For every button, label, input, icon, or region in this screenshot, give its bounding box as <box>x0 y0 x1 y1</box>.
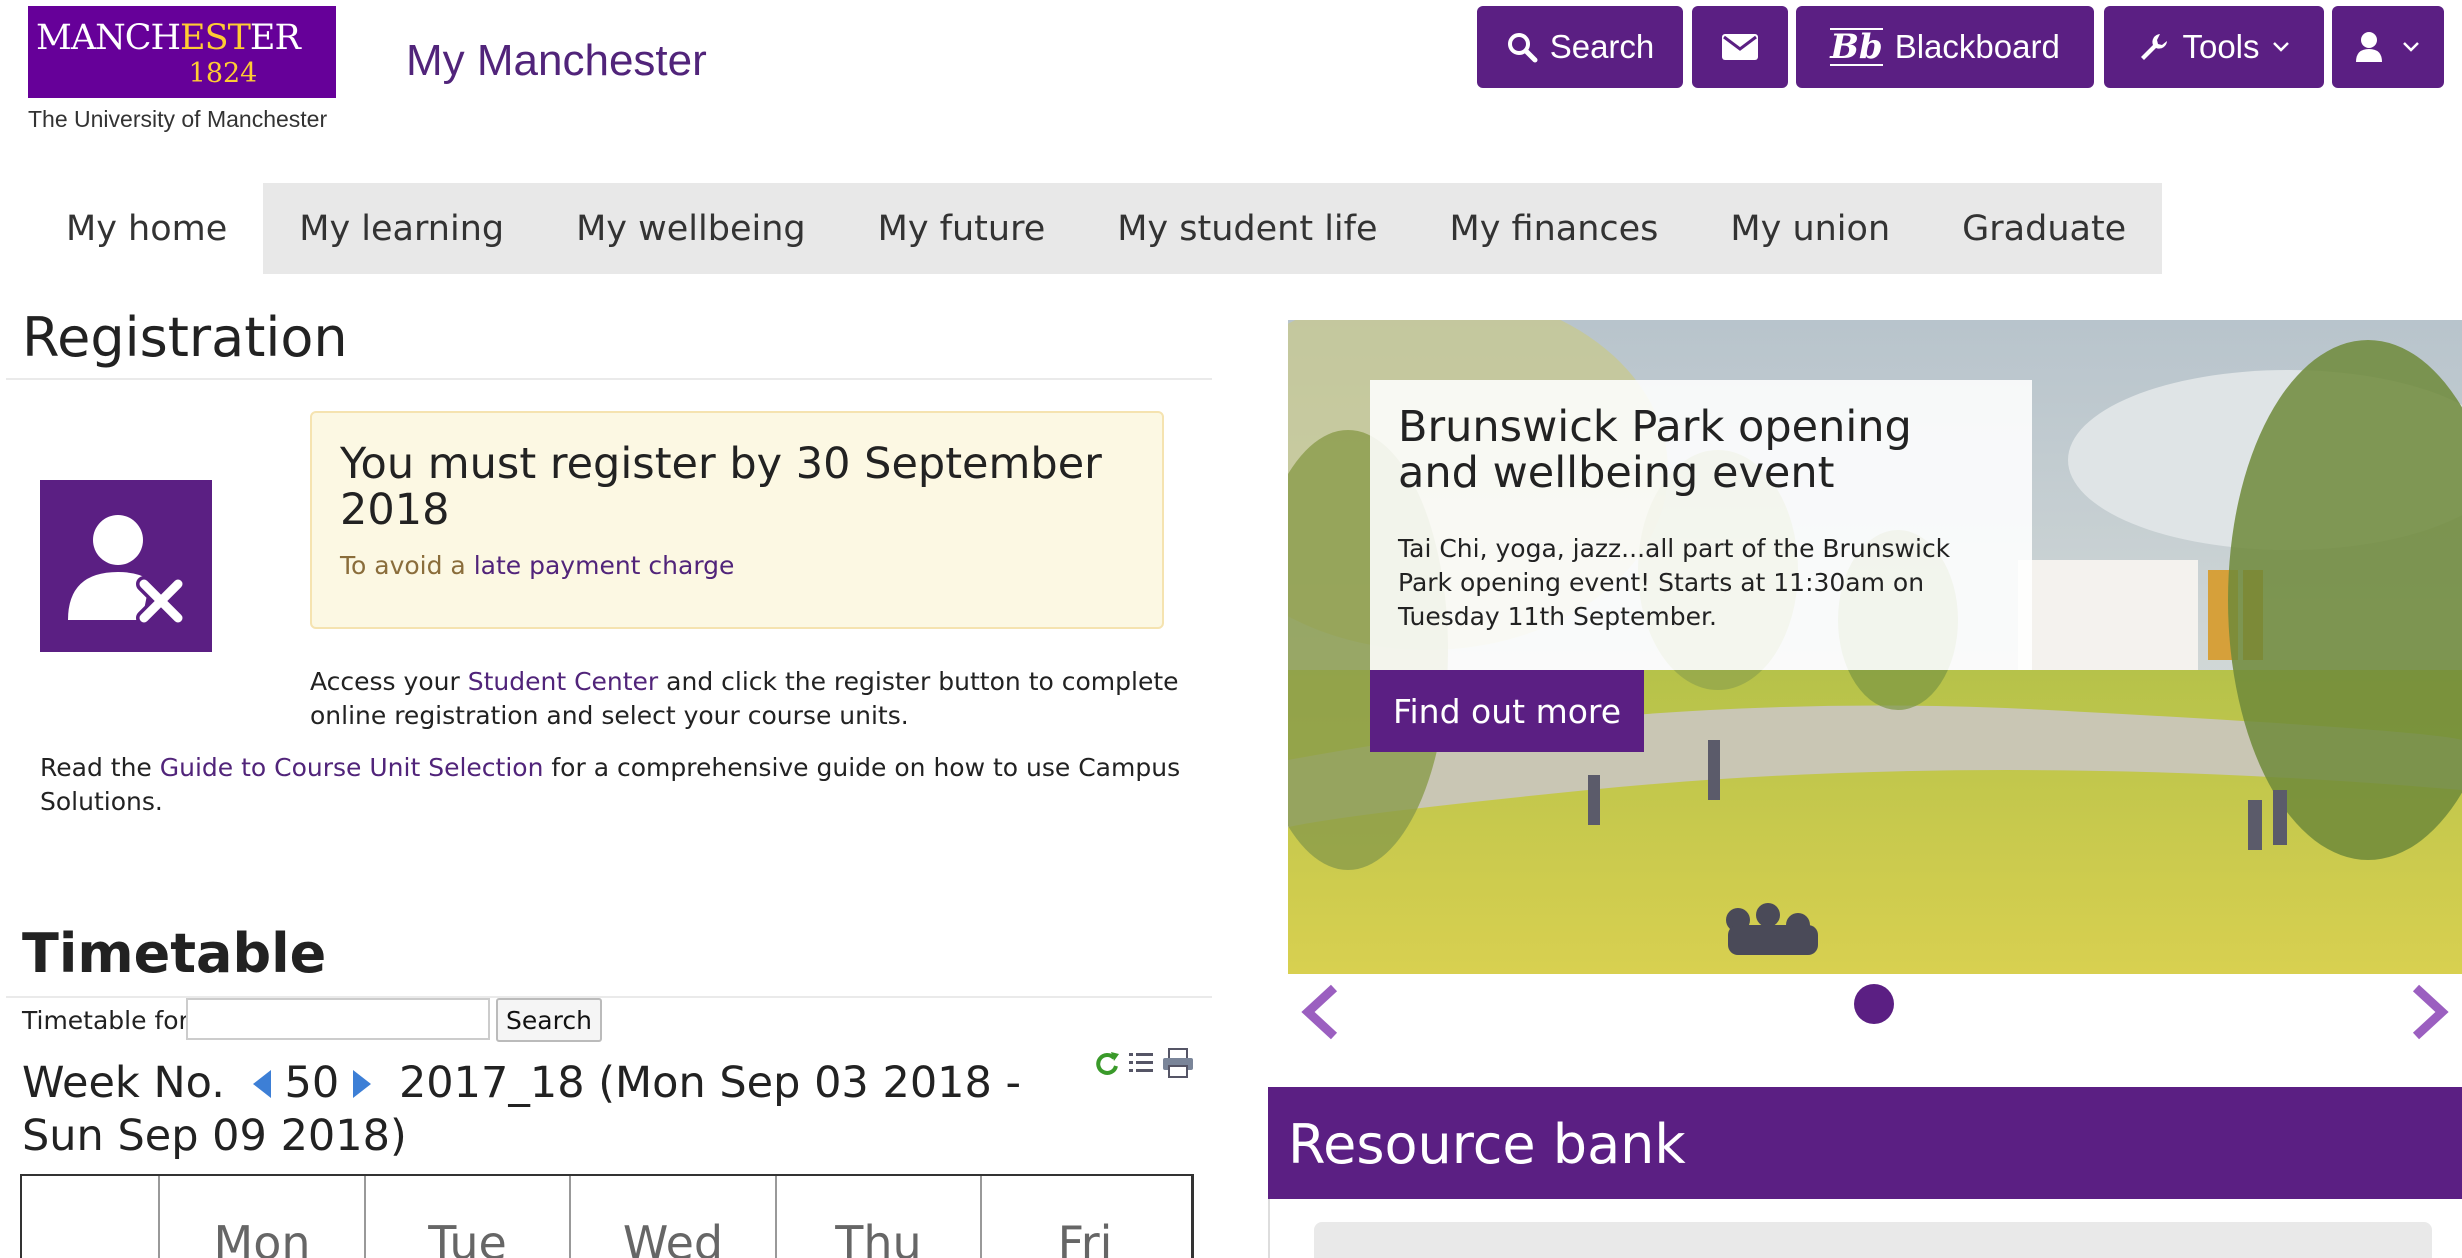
logo-wordmark: MANCHESTER <box>36 18 301 58</box>
user-menu-button[interactable] <box>2332 6 2444 88</box>
print-icon[interactable] <box>1162 1048 1194 1078</box>
timetable-grid: Mon Tue Wed Thu Fri <box>20 1174 1194 1258</box>
notice-title: You must register by 30 September 2018 <box>340 439 1102 535</box>
day-header-mon: Mon <box>160 1176 366 1258</box>
student-center-link[interactable]: Student Center <box>468 667 659 696</box>
tools-button-label: Tools <box>2182 28 2260 65</box>
access-paragraph: Access your Student Center and click the… <box>310 667 1179 730</box>
registration-notice: You must register by 30 September 2018 T… <box>310 411 1164 629</box>
previous-week-arrow-icon[interactable] <box>251 1061 273 1111</box>
week-navigation: Week No. 50 2017_18 (Mon Sep 03 2018 - S… <box>22 1058 1082 1161</box>
chevron-down-icon <box>2272 42 2289 52</box>
timetable-heading: Timetable <box>22 922 327 985</box>
day-header-fri: Fri <box>1057 1216 1113 1258</box>
main-nav: My home My learning My wellbeing My futu… <box>0 183 2163 274</box>
resource-bank-header: Resource bank <box>1268 1087 2462 1199</box>
nav-item-my-wellbeing[interactable]: My wellbeing <box>540 183 842 274</box>
week-number: 50 <box>284 1058 340 1108</box>
search-button-label: Search <box>1549 28 1655 65</box>
nav-item-my-learning[interactable]: My learning <box>263 183 540 274</box>
email-button[interactable] <box>1692 6 1788 88</box>
envelope-icon <box>1722 34 1758 60</box>
week-label: Week No. <box>22 1058 225 1108</box>
tools-button[interactable]: Tools <box>2104 6 2324 88</box>
promo-title: Brunswick Park opening and wellbeing eve… <box>1398 402 1912 498</box>
day-header-wed: Wed <box>571 1176 777 1258</box>
next-week-arrow-icon[interactable] <box>351 1061 373 1111</box>
nav-item-my-student-life[interactable]: My student life <box>1081 183 1413 274</box>
site-title[interactable]: My Manchester <box>406 36 707 86</box>
timetable-tools <box>1094 1048 1194 1078</box>
blackboard-button[interactable]: Bb Blackboard <box>1796 6 2094 88</box>
day-header-tue: Tue <box>366 1176 571 1258</box>
nav-item-my-finances[interactable]: My finances <box>1414 183 1695 274</box>
logo-mark: MANCHESTER 1824 <box>28 6 336 98</box>
find-out-more-button[interactable]: Find out more <box>1370 670 1644 752</box>
wrench-icon <box>2141 34 2168 60</box>
resource-bank-title: Resource bank <box>1288 1113 1686 1176</box>
timetable-corner-cell <box>22 1176 160 1258</box>
timetable-for-label: Timetable for <box>22 1006 189 1035</box>
resource-bank-panel <box>1314 1222 2432 1258</box>
search-button[interactable]: Search <box>1477 6 1683 88</box>
refresh-icon[interactable] <box>1094 1050 1120 1076</box>
search-icon <box>1507 33 1538 63</box>
divider <box>6 378 1212 380</box>
blackboard-icon: Bb <box>1830 27 1883 67</box>
carousel-previous-icon[interactable] <box>1300 984 1340 1044</box>
promo-card: Brunswick Park opening and wellbeing eve… <box>1370 380 2032 670</box>
nav-item-my-home[interactable]: My home <box>0 183 264 274</box>
course-unit-guide-link[interactable]: Guide to Course Unit Selection <box>160 753 544 782</box>
guide-paragraph: Read the Guide to Course Unit Selection … <box>40 753 1181 816</box>
user-icon <box>2356 32 2382 62</box>
nav-item-graduate[interactable]: Graduate <box>1926 183 2162 274</box>
timetable-search-button[interactable]: Search <box>496 998 602 1042</box>
timetable-search-input[interactable] <box>186 998 490 1040</box>
late-payment-link[interactable]: late payment charge <box>474 551 735 580</box>
logo-year: 1824 <box>188 58 258 89</box>
university-logo[interactable]: MANCHESTER 1824 The University of Manche… <box>28 6 336 133</box>
notice-subtext: To avoid a late payment charge <box>340 551 735 580</box>
blackboard-button-label: Blackboard <box>1894 28 2060 65</box>
nav-item-my-future[interactable]: My future <box>842 183 1082 274</box>
carousel-next-icon[interactable] <box>2410 984 2450 1044</box>
nav-item-my-union[interactable]: My union <box>1694 183 1926 274</box>
logo-subtitle: The University of Manchester <box>28 106 328 132</box>
registration-heading: Registration <box>22 306 348 369</box>
user-remove-icon <box>40 480 212 652</box>
promo-text: Tai Chi, yoga, jazz...all part of the Br… <box>1398 534 1951 631</box>
day-header-thu: Thu <box>777 1176 982 1258</box>
carousel-indicator-dot[interactable] <box>1854 984 1894 1024</box>
chevron-down-icon <box>2403 42 2419 52</box>
list-view-icon[interactable] <box>1128 1050 1154 1076</box>
